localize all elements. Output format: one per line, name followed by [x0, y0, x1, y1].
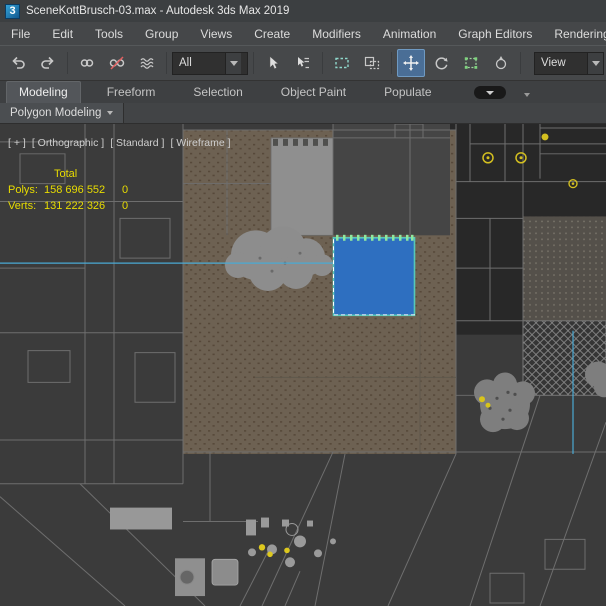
menu-rendering[interactable]: Rendering — [543, 27, 606, 41]
select-and-rotate-button[interactable] — [427, 49, 455, 77]
unlink-selection-button[interactable] — [103, 49, 131, 77]
menu-edit[interactable]: Edit — [41, 27, 84, 41]
select-and-place-button[interactable] — [487, 49, 515, 77]
menu-graph-editors[interactable]: Graph Editors — [447, 27, 543, 41]
select-by-name-button[interactable] — [289, 49, 317, 77]
select-and-place-icon — [495, 56, 507, 70]
undo-icon — [12, 56, 25, 69]
bind-to-space-warp-button[interactable] — [133, 49, 161, 77]
dropdown-arrow-icon — [587, 52, 603, 74]
selection-filter-dropdown[interactable]: All — [172, 51, 248, 75]
window-crossing-button[interactable] — [358, 49, 386, 77]
menu-file[interactable]: File — [0, 27, 41, 41]
polys-label: Polys: — [8, 184, 38, 196]
menu-modifiers[interactable]: Modifiers — [301, 27, 372, 41]
statistics-overlay: Total Polys: 158 696 552 0 Verts: 131 222 3… — [8, 166, 128, 214]
undo-button[interactable] — [4, 49, 32, 77]
panel-tab-polygon-modeling[interactable]: Polygon Modeling — [0, 103, 125, 123]
menu-bar: File Edit Tools Group Views Create Modif… — [0, 22, 606, 45]
chevron-down-icon — [485, 90, 494, 95]
ribbon-tab-selection[interactable]: Selection — [181, 82, 254, 103]
ribbon-tab-freeform[interactable]: Freeform — [95, 82, 168, 103]
verts-value: 131 222 326 — [44, 200, 106, 212]
3ds-max-logo-icon: 3 — [5, 3, 20, 19]
select-and-move-button[interactable] — [397, 49, 425, 77]
select-and-scale-button[interactable] — [457, 49, 485, 77]
bind-to-space-warp-icon — [140, 58, 154, 69]
ribbon-tab-bar: Modeling Freeform Selection Object Paint… — [0, 81, 606, 103]
redo-button[interactable] — [34, 49, 62, 77]
viewport-menu-expand[interactable]: [ + ] — [8, 137, 26, 149]
panel-tab-label: Polygon Modeling — [10, 107, 102, 119]
menu-tools[interactable]: Tools — [84, 27, 134, 41]
toolbar-separator — [520, 52, 521, 74]
stats-header: Total — [54, 168, 78, 180]
rectangular-selection-region-icon — [335, 57, 349, 69]
chevron-down-icon — [107, 111, 114, 115]
select-and-rotate-icon — [435, 57, 448, 70]
select-and-link-button[interactable] — [73, 49, 101, 77]
window-title: SceneKottBrusch-03.max - Autodesk 3ds Ma… — [26, 5, 290, 17]
dropdown-arrow-icon — [225, 52, 241, 74]
coord-system-value: View — [541, 57, 566, 69]
verts-label: Verts: — [8, 200, 37, 212]
redo-icon — [41, 56, 54, 69]
polys-selected: 0 — [122, 184, 129, 196]
app-window: 3 SceneKottBrusch-03.max - Autodesk 3ds … — [0, 0, 606, 606]
toolbar-separator — [391, 52, 392, 74]
building-strip — [270, 137, 334, 236]
menu-create[interactable]: Create — [243, 27, 301, 41]
viewport[interactable]: [ + ] [ Orthographic ] [ Standard ] [ Wi… — [0, 124, 606, 606]
selection-filter-value: All — [179, 57, 192, 69]
unlink-selection-icon — [109, 56, 125, 70]
reference-coordinate-system-dropdown[interactable]: View — [534, 51, 604, 75]
stats-row-verts: Verts: 131 222 326 0 — [8, 198, 128, 214]
selected-object[interactable] — [332, 234, 416, 317]
ribbon-tab-modeling[interactable]: Modeling — [6, 81, 81, 103]
ribbon-panel-bar: Polygon Modeling — [0, 103, 606, 124]
select-object-button[interactable] — [259, 49, 287, 77]
select-and-move-icon — [403, 55, 419, 71]
viewport-menu-pov[interactable]: [ Orthographic ] — [32, 137, 104, 149]
select-and-scale-icon — [464, 57, 478, 69]
menu-animation[interactable]: Animation — [372, 27, 447, 41]
menu-group[interactable]: Group — [134, 27, 189, 41]
ribbon-tab-object-paint[interactable]: Object Paint — [269, 82, 358, 103]
toolbar-separator — [253, 52, 254, 74]
gravel-patch — [523, 216, 606, 321]
title-bar: 3 SceneKottBrusch-03.max - Autodesk 3ds … — [0, 0, 606, 22]
toolbar-separator — [166, 52, 167, 74]
main-toolbar: All View — [0, 45, 606, 81]
select-object-icon — [269, 55, 279, 70]
toolbar-separator — [67, 52, 68, 74]
polys-value: 158 696 552 — [44, 184, 106, 196]
menu-views[interactable]: Views — [189, 27, 243, 41]
window-crossing-icon — [364, 56, 380, 70]
select-and-link-icon — [80, 59, 94, 67]
viewport-menu-standard[interactable]: [ Standard ] — [110, 137, 164, 149]
ribbon-options-arrow-icon[interactable] — [523, 93, 530, 97]
toolbar-separator — [322, 52, 323, 74]
ribbon-tab-populate[interactable]: Populate — [372, 82, 443, 103]
select-by-name-icon — [298, 57, 309, 69]
rectangular-selection-region-button[interactable] — [328, 49, 356, 77]
viewport-menu-shading[interactable]: [ Wireframe ] — [170, 137, 230, 149]
verts-selected: 0 — [122, 200, 129, 212]
viewport-label: [ + ] [ Orthographic ] [ Standard ] [ Wi… — [8, 137, 231, 149]
upper-building-slab — [333, 124, 450, 236]
stats-row-polys: Polys: 158 696 552 0 — [8, 182, 128, 198]
minimize-ribbon-button[interactable] — [473, 86, 506, 99]
